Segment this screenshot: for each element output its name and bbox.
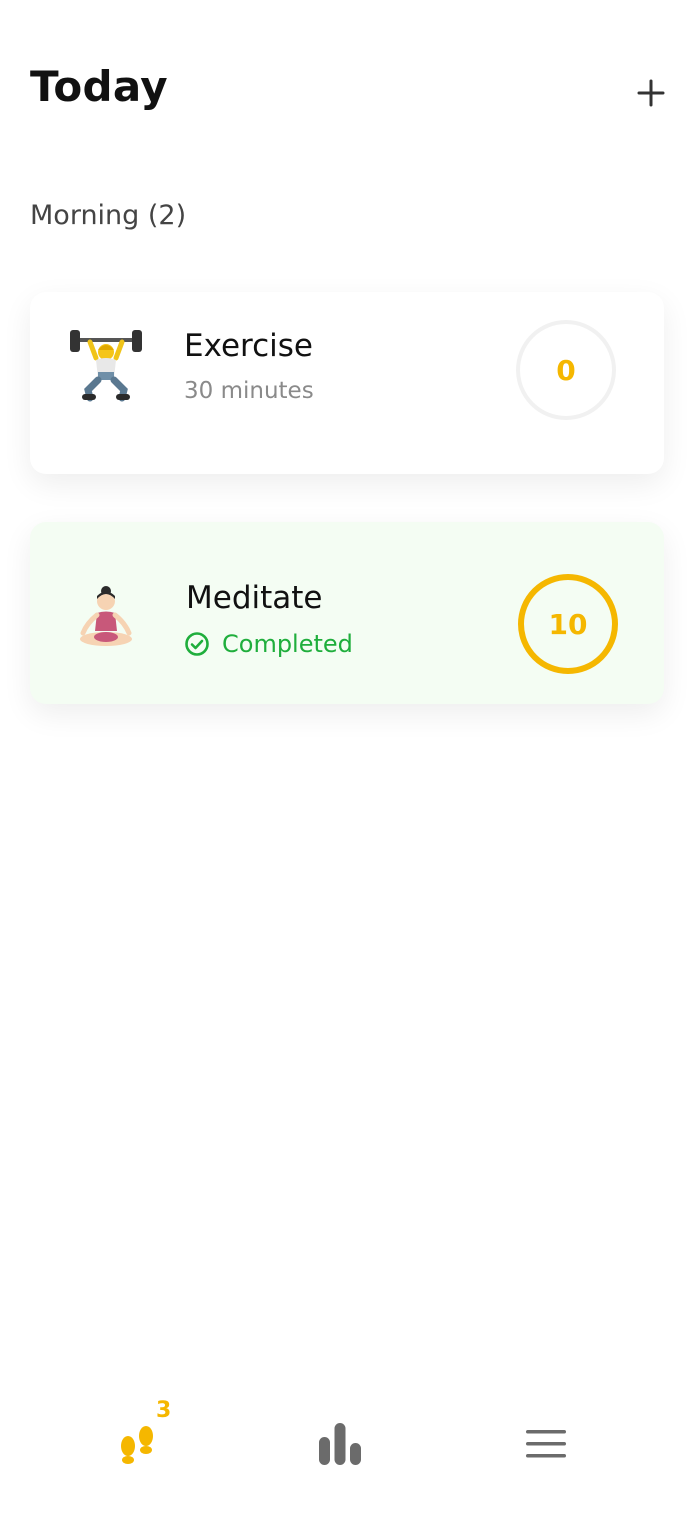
nav-menu-tab[interactable] (506, 1404, 586, 1484)
section-label-morning: Morning (2) (30, 200, 187, 231)
nav-habits-tab[interactable]: 3 (98, 1398, 178, 1484)
habit-card-meditate[interactable]: Meditate Completed 10 (30, 522, 664, 704)
habit-count-button[interactable]: 0 (516, 320, 616, 420)
habit-count-button[interactable]: 10 (518, 574, 618, 674)
nav-habits-badge: 3 (156, 1398, 172, 1423)
habit-duration: 30 minutes (184, 378, 314, 404)
check-circle-icon (185, 632, 209, 656)
menu-icon (526, 1430, 566, 1458)
bottom-nav: 3 (0, 1380, 698, 1520)
habit-name: Meditate (186, 580, 323, 616)
plus-icon (637, 79, 665, 107)
bar-chart-icon (319, 1423, 361, 1465)
habit-name: Exercise (184, 328, 313, 364)
habit-count-value: 10 (548, 607, 588, 641)
completed-status: Completed (184, 630, 353, 658)
add-habit-button[interactable] (630, 72, 672, 114)
page-title: Today (30, 62, 168, 111)
weightlifter-icon (68, 328, 144, 404)
meditation-icon (68, 580, 144, 656)
today-screen: Today Morning (2) Exercise 30 minutes 0 … (0, 0, 698, 1520)
footsteps-icon (121, 1426, 153, 1464)
habit-count-value: 0 (556, 353, 576, 387)
nav-stats-tab[interactable] (300, 1404, 380, 1484)
habit-card-exercise[interactable]: Exercise 30 minutes 0 (30, 292, 664, 474)
completed-label: Completed (222, 630, 353, 658)
